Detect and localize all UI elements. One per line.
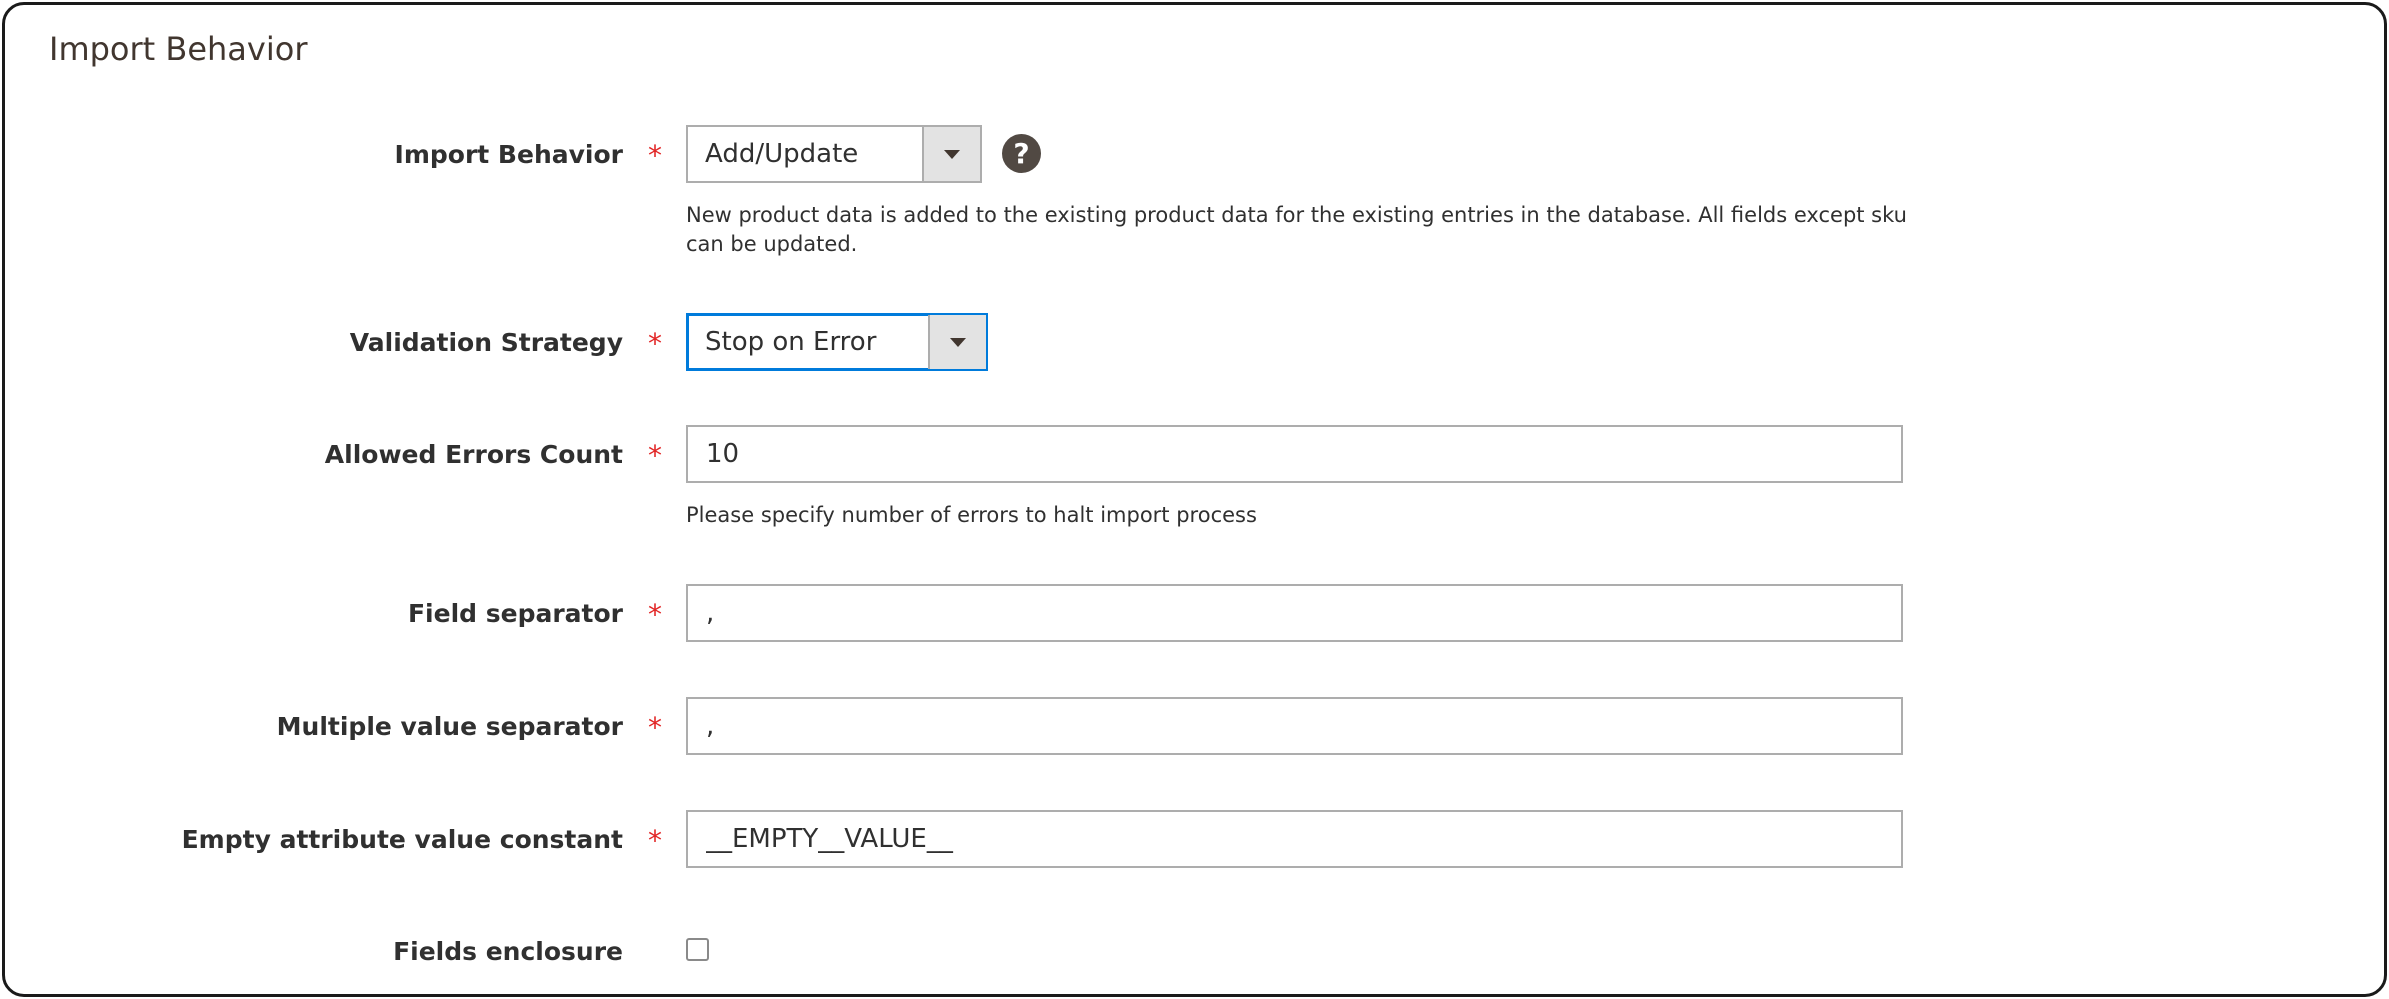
- multiple-value-separator-input[interactable]: [686, 697, 1903, 755]
- field-separator-input[interactable]: [686, 584, 1903, 642]
- validation-strategy-select[interactable]: Stop on Error: [686, 313, 988, 371]
- validation-strategy-select-value: Stop on Error: [705, 327, 877, 357]
- field-separator-label: Field separator: [407, 599, 623, 628]
- allowed-errors-label: Allowed Errors Count: [324, 440, 623, 469]
- empty-attribute-label: Empty attribute value constant: [181, 825, 623, 854]
- import-behavior-select[interactable]: Add/Update: [686, 125, 982, 183]
- chevron-down-icon[interactable]: [928, 315, 986, 369]
- multiple-value-separator-label: Multiple value separator: [276, 712, 623, 741]
- allowed-errors-input[interactable]: [686, 425, 1903, 483]
- fields-enclosure-checkbox[interactable]: [686, 938, 709, 961]
- chevron-down-icon[interactable]: [922, 127, 980, 181]
- import-behavior-panel: Import Behavior Import Behavior * Add/Up…: [2, 2, 2387, 997]
- required-marker: *: [648, 439, 662, 472]
- required-marker: *: [648, 327, 662, 360]
- required-marker: *: [648, 824, 662, 857]
- import-behavior-select-value: Add/Update: [705, 139, 859, 169]
- required-marker: *: [648, 711, 662, 744]
- required-marker: *: [648, 139, 662, 172]
- import-behavior-note: New product data is added to the existin…: [686, 203, 1907, 256]
- import-behavior-label: Import Behavior: [394, 140, 623, 169]
- required-marker: *: [648, 598, 662, 631]
- question-circle-icon[interactable]: ?: [1002, 134, 1041, 173]
- validation-strategy-label: Validation Strategy: [349, 328, 623, 357]
- section-title: Import Behavior: [49, 30, 308, 68]
- fields-enclosure-label: Fields enclosure: [393, 937, 623, 966]
- allowed-errors-note: Please specify number of errors to halt …: [686, 503, 1257, 527]
- empty-attribute-input[interactable]: [686, 810, 1903, 868]
